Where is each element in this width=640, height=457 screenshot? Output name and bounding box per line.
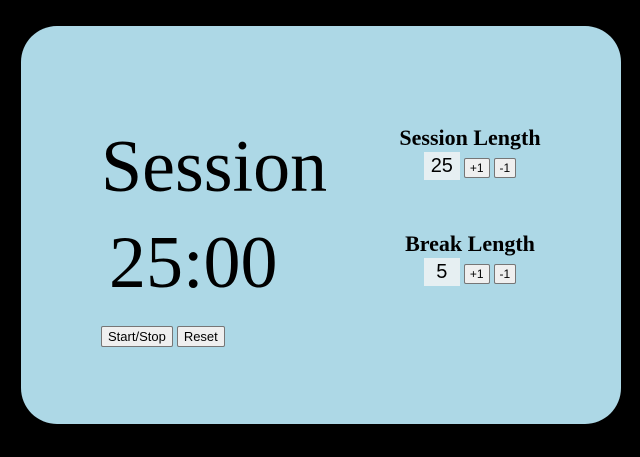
session-length-row: 25 +1 -1	[370, 152, 570, 180]
session-decrement-button[interactable]: -1	[493, 158, 517, 178]
break-length-value: 5	[423, 258, 460, 286]
break-increment-button[interactable]: +1	[463, 264, 490, 284]
reset-button[interactable]: Reset	[176, 326, 225, 347]
timer-display: 25:00	[109, 222, 278, 304]
pomodoro-card: Session 25:00 Start/Stop Reset Session L…	[21, 26, 621, 424]
session-increment-button[interactable]: +1	[463, 158, 490, 178]
break-length-setting: Break Length 5 +1 -1	[370, 231, 570, 286]
break-decrement-button[interactable]: -1	[493, 264, 517, 284]
start-stop-button[interactable]: Start/Stop	[101, 326, 173, 347]
break-length-title: Break Length	[405, 231, 535, 256]
timer-label: Session	[101, 126, 328, 208]
timer-controls: Start/Stop Reset	[101, 326, 225, 347]
session-length-setting: Session Length 25 +1 -1	[370, 125, 570, 180]
session-length-title: Session Length	[399, 125, 541, 150]
session-length-value: 25	[423, 152, 460, 180]
break-length-row: 5 +1 -1	[370, 258, 570, 286]
